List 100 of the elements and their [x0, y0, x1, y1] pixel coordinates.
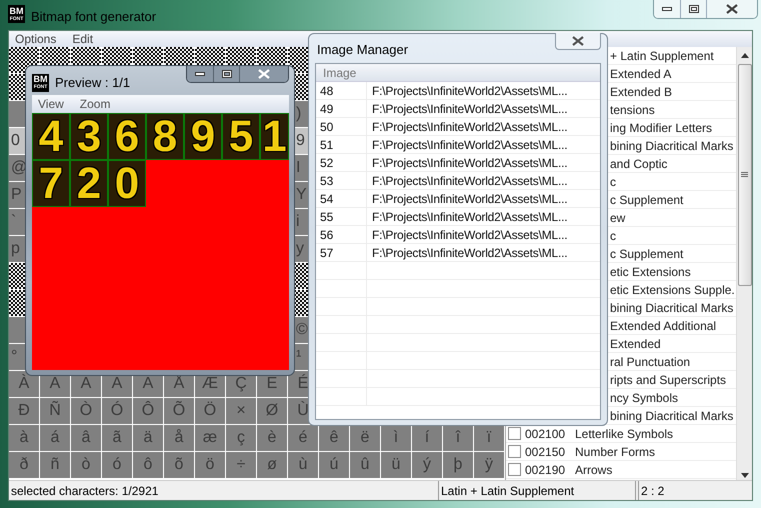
subset-label[interactable]: ncy Symbols	[610, 388, 678, 406]
grid-cell[interactable]: á	[40, 425, 71, 452]
grid-cell[interactable]: ñ	[40, 452, 71, 479]
subset-label[interactable]: tensions	[610, 100, 655, 118]
glyph: 2	[70, 160, 108, 207]
subset-label[interactable]: c	[610, 226, 616, 244]
subset-label[interactable]: Extended A	[610, 64, 672, 82]
grid-cell[interactable]: ê	[319, 425, 350, 452]
grid-cell[interactable]: ì	[381, 425, 412, 452]
window-title: Bitmap font generator	[31, 8, 156, 26]
grid-cell[interactable]: ö	[195, 452, 226, 479]
grid-cell[interactable]: å	[164, 425, 195, 452]
table-cell-text: F:\Projects\InfiniteWorld2\Assets\ML...	[371, 154, 568, 172]
subset-label[interactable]: ew	[610, 208, 626, 226]
grid-cell[interactable]: î	[443, 425, 474, 452]
subset-label[interactable]: bining Diacritical Marks	[610, 406, 734, 424]
grid-cell[interactable]: ü	[381, 452, 412, 479]
column-header[interactable]: Image	[316, 64, 356, 82]
checkbox[interactable]	[508, 463, 521, 476]
subset-label[interactable]: Extended B	[610, 82, 672, 100]
subset-label[interactable]: Extended Additional	[610, 316, 716, 334]
grid-cell[interactable]: Ø	[257, 398, 288, 425]
grid-cell[interactable]: Ñ	[40, 398, 71, 425]
close-button[interactable]	[555, 33, 601, 50]
grid-cell[interactable]: û	[350, 452, 381, 479]
grid-cell[interactable]: à	[9, 425, 40, 452]
grid-cell[interactable]: ÷	[226, 452, 257, 479]
grid-cell[interactable]: ð	[9, 452, 40, 479]
menu-item[interactable]: Options	[15, 30, 56, 48]
subset-label[interactable]: bining Diacritical Marks	[610, 136, 734, 154]
minimize-button[interactable]	[654, 0, 681, 18]
checkbox[interactable]	[508, 445, 521, 458]
grid-cell[interactable]: ã	[102, 425, 133, 452]
table-cell: 53	[316, 172, 367, 190]
grid-cell[interactable]: À	[9, 371, 40, 398]
scroll-up-arrow-icon[interactable]	[740, 53, 749, 58]
minimize-button[interactable]	[187, 66, 214, 82]
subset-label[interactable]: ral Punctuation	[610, 352, 690, 370]
grid-cell[interactable]: ù	[288, 452, 319, 479]
subset-label[interactable]: ripts and Superscripts	[610, 370, 726, 388]
grid-cell[interactable]: Õ	[164, 398, 195, 425]
grid-cell[interactable]: Ð	[9, 398, 40, 425]
table-cell: 48	[316, 82, 367, 100]
grid-cell[interactable]: í	[412, 425, 443, 452]
grid-cell[interactable]: ë	[350, 425, 381, 452]
grid-cell[interactable]: ó	[102, 452, 133, 479]
subset-label[interactable]: etic Extensions Supple.	[610, 280, 735, 298]
grid-cell[interactable]: è	[257, 425, 288, 452]
glyph: 9	[184, 113, 222, 160]
maximize-button[interactable]	[681, 0, 707, 18]
grid-cell[interactable]: Ò	[71, 398, 102, 425]
glyph: 3	[70, 113, 108, 160]
table-cell: 49	[316, 100, 367, 118]
grid-cell[interactable]: ô	[133, 452, 164, 479]
checkbox[interactable]	[508, 427, 521, 440]
glyph: 5	[222, 113, 260, 160]
subset-label[interactable]: c Supplement	[610, 190, 684, 208]
glyph: 1	[260, 113, 289, 160]
subset-label[interactable]: Number Forms	[575, 442, 656, 460]
grid-cell[interactable]: ï	[474, 425, 505, 452]
table-cell-text: F:\Projects\InfiniteWorld2\Assets\ML...	[371, 118, 568, 136]
scrollbar-thumb[interactable]	[738, 64, 752, 286]
grid-cell[interactable]: ÿ	[474, 452, 505, 479]
grid-cell[interactable]: ç	[226, 425, 257, 452]
subset-label[interactable]: bining Diacritical Marks	[610, 298, 734, 316]
grid-cell[interactable]: ø	[257, 452, 288, 479]
subset-label[interactable]: etic Extensions	[610, 262, 691, 280]
subset-label[interactable]: ing Modifier Letters	[610, 118, 712, 136]
glyph: 0	[108, 160, 146, 207]
grid-cell[interactable]: é	[288, 425, 319, 452]
subset-label[interactable]: + Latin Supplement	[610, 47, 714, 64]
grid-cell[interactable]: Ô	[133, 398, 164, 425]
grid-cell[interactable]: ý	[412, 452, 443, 479]
subset-label[interactable]: Extended	[610, 334, 661, 352]
grid-cell[interactable]: õ	[164, 452, 195, 479]
grid-cell[interactable]: ä	[133, 425, 164, 452]
grip-icon	[741, 172, 748, 178]
subset-label[interactable]: and Coptic	[610, 154, 668, 172]
subset-code: 002190	[525, 462, 566, 478]
scrollbar[interactable]	[736, 47, 752, 480]
grid-cell[interactable]: æ	[195, 425, 226, 452]
grid-cell[interactable]: Ö	[195, 398, 226, 425]
menu-item[interactable]: Zoom	[80, 95, 110, 113]
subset-label[interactable]: Arrows	[575, 460, 612, 478]
grid-cell[interactable]: þ	[443, 452, 474, 479]
table-cell: 51	[316, 136, 367, 154]
menu-item[interactable]: Edit	[72, 30, 94, 48]
grid-cell[interactable]: ò	[71, 452, 102, 479]
subset-label[interactable]: c Supplement	[610, 244, 684, 262]
minimize-icon	[195, 72, 205, 76]
grid-cell[interactable]: â	[71, 425, 102, 452]
grid-cell[interactable]: ×	[226, 398, 257, 425]
maximize-button[interactable]	[214, 66, 240, 82]
grid-cell[interactable]: Ó	[102, 398, 133, 425]
grid-cell[interactable]: ú	[319, 452, 350, 479]
subset-label[interactable]: c	[610, 172, 616, 190]
subset-label[interactable]: Letterlike Symbols	[575, 424, 674, 442]
scroll-down-arrow-icon[interactable]	[740, 473, 749, 478]
menu-item[interactable]: View	[38, 95, 64, 113]
close-button[interactable]	[707, 0, 757, 18]
